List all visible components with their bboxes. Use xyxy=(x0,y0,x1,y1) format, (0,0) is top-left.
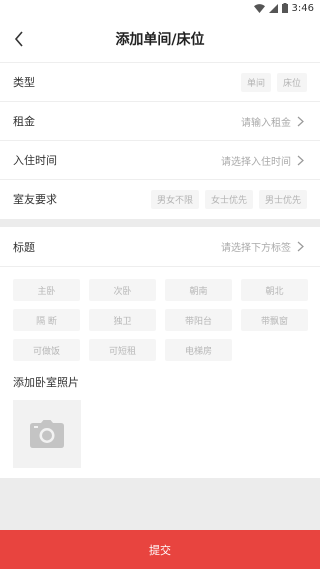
status-bar: 3:46 xyxy=(0,0,320,16)
roommate-option-any[interactable]: 男女不限 xyxy=(150,189,199,209)
roommate-row: 室友要求 男女不限 女士优先 男士优先 xyxy=(0,179,320,218)
tags-title-row[interactable]: 标题 请选择下方标签 xyxy=(0,227,320,266)
tag-partition[interactable]: 隔 断 xyxy=(13,309,80,331)
section-divider xyxy=(0,219,320,227)
status-time: 3:46 xyxy=(291,2,314,14)
rent-label: 租金 xyxy=(13,115,35,128)
tags-title-placeholder[interactable]: 请选择下方标签 xyxy=(221,239,291,254)
type-option-bed[interactable]: 床位 xyxy=(276,72,307,92)
page-title: 添加单间/床位 xyxy=(115,32,205,48)
type-row: 类型 单间 床位 xyxy=(0,62,320,101)
battery-icon xyxy=(281,3,288,13)
move-in-row[interactable]: 入住时间 请选择入住时间 xyxy=(0,140,320,179)
tag-north-facing[interactable]: 朝北 xyxy=(241,279,308,301)
photo-section-title: 添加卧室照片 xyxy=(13,376,79,389)
roommate-option-female[interactable]: 女士优先 xyxy=(204,189,253,209)
tag-second-bedroom[interactable]: 次卧 xyxy=(89,279,156,301)
tags-grid: 主卧 次卧 朝南 朝北 隔 断 独卫 带阳台 带飘窗 可做饭 可短租 电梯房 xyxy=(0,267,320,361)
chevron-right-icon xyxy=(297,241,307,253)
tag-south-facing[interactable]: 朝南 xyxy=(165,279,232,301)
tag-private-bathroom[interactable]: 独卫 xyxy=(89,309,156,331)
navbar: 添加单间/床位 xyxy=(0,16,320,62)
tags-title-label: 标题 xyxy=(13,240,35,254)
tag-short-term[interactable]: 可短租 xyxy=(89,339,156,361)
tag-cooking-allowed[interactable]: 可做饭 xyxy=(13,339,80,361)
tag-bay-window[interactable]: 带飘窗 xyxy=(241,309,308,331)
type-option-single-room[interactable]: 单间 xyxy=(240,72,271,92)
back-button[interactable] xyxy=(10,29,28,49)
camera-icon xyxy=(30,420,64,448)
tag-elevator[interactable]: 电梯房 xyxy=(165,339,232,361)
type-label: 类型 xyxy=(13,76,35,89)
roommate-option-male[interactable]: 男士优先 xyxy=(258,189,307,209)
chevron-right-icon xyxy=(297,154,307,166)
rent-input[interactable]: 请输入租金 xyxy=(241,114,291,129)
tag-master-bedroom[interactable]: 主卧 xyxy=(13,279,80,301)
roommate-label: 室友要求 xyxy=(13,193,57,206)
move-in-label: 入住时间 xyxy=(13,154,57,167)
bottom-spacer xyxy=(0,478,320,530)
wifi-icon xyxy=(253,3,265,13)
tag-balcony[interactable]: 带阳台 xyxy=(165,309,232,331)
add-photo-button[interactable] xyxy=(13,400,81,468)
submit-button[interactable]: 提交 xyxy=(0,530,320,569)
chevron-left-icon xyxy=(14,31,23,47)
chevron-right-icon xyxy=(297,115,307,127)
move-in-picker[interactable]: 请选择入住时间 xyxy=(221,153,291,168)
rent-row[interactable]: 租金 请输入租金 xyxy=(0,101,320,140)
signal-icon xyxy=(268,3,278,13)
